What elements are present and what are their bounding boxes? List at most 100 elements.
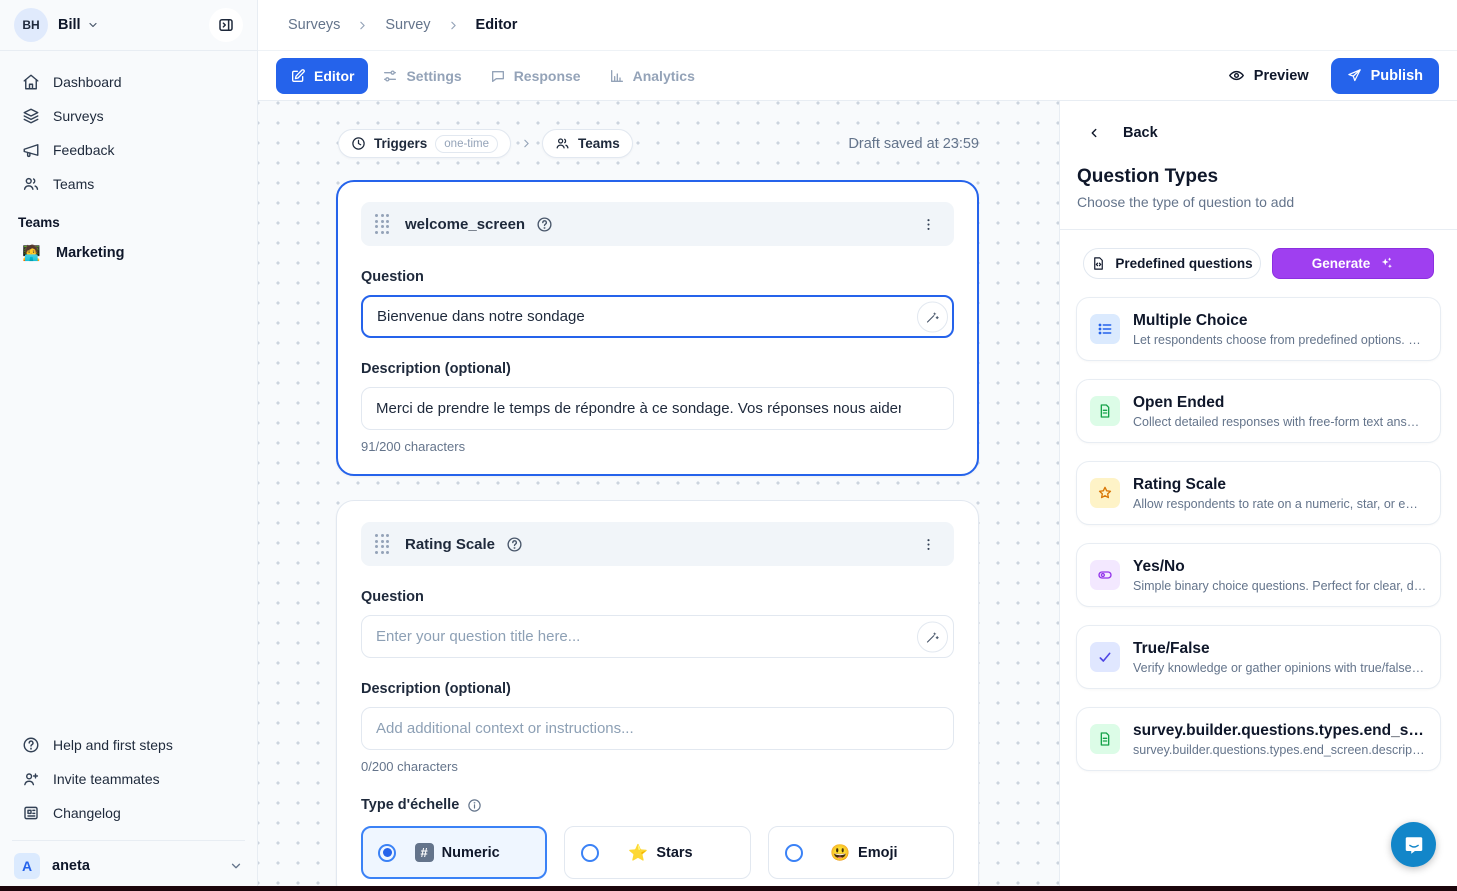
kebab-menu-icon[interactable] (917, 213, 940, 236)
question-type-true-false[interactable]: True/False Verify knowledge or gather op… (1076, 625, 1441, 689)
help-circle-icon[interactable] (506, 536, 523, 553)
breadcrumb: Surveys Survey Editor (258, 0, 1457, 51)
chevron-right-icon (447, 19, 460, 32)
help-circle-icon (22, 736, 40, 754)
document-icon (1090, 724, 1120, 754)
user-plus-icon (22, 770, 40, 788)
panel-title: Question Types (1076, 166, 1441, 188)
question-card-header[interactable]: Rating Scale (361, 522, 954, 566)
layers-icon (22, 107, 40, 125)
sidebar-item-feedback[interactable]: Feedback (12, 133, 245, 167)
megaphone-icon (22, 141, 40, 159)
users-icon (555, 136, 570, 151)
drag-handle-icon[interactable] (375, 214, 389, 234)
drag-handle-icon[interactable] (375, 534, 389, 554)
teams-chip[interactable]: Teams (542, 129, 633, 158)
sidebar-item-invite[interactable]: Invite teammates (12, 762, 245, 796)
question-type-yes-no[interactable]: Yes/No Simple binary choice questions. P… (1076, 543, 1441, 607)
publish-button[interactable]: Publish (1331, 58, 1439, 94)
editor-toolbar: Editor Settings Response Analytics Previ… (258, 51, 1457, 101)
tab-response[interactable]: Response (476, 58, 595, 94)
description-label: Description (optional) (361, 681, 954, 697)
question-type-multiple-choice[interactable]: Multiple Choice Let respondents choose f… (1076, 297, 1441, 361)
ai-wand-button[interactable] (917, 301, 948, 332)
sidebar-collapse-button[interactable] (209, 8, 243, 42)
chat-bubble-icon (490, 68, 506, 84)
description-label: Description (optional) (361, 361, 954, 377)
bar-chart-icon (609, 68, 625, 84)
help-circle-icon[interactable] (536, 216, 553, 233)
check-icon (1090, 642, 1120, 672)
preview-label: Preview (1254, 68, 1309, 84)
generate-button[interactable]: Generate (1272, 248, 1434, 279)
sidebar-item-surveys[interactable]: Surveys (12, 99, 245, 133)
tab-label: Editor (314, 68, 354, 84)
question-label: Question (361, 269, 954, 285)
question-title-input[interactable] (361, 615, 954, 658)
org-switcher[interactable]: A aneta (0, 841, 257, 891)
kebab-menu-icon[interactable] (917, 533, 940, 556)
window-bottom-edge (0, 886, 1457, 891)
question-type-open-ended[interactable]: Open Ended Collect detailed responses wi… (1076, 379, 1441, 443)
sidebar-item-help[interactable]: Help and first steps (12, 728, 245, 762)
char-count: 0/200 characters (361, 759, 954, 774)
question-type-desc: Collect detailed responses with free-for… (1133, 415, 1427, 429)
question-type-end-screen[interactable]: survey.builder.questions.types.end_scr..… (1076, 707, 1441, 771)
radio-unselected[interactable] (581, 844, 599, 862)
preview-button[interactable]: Preview (1228, 67, 1309, 84)
scale-option-stars[interactable]: ⭐ Stars (564, 826, 750, 879)
scale-option-numeric[interactable]: # Numeric (361, 826, 547, 879)
teams-section-label: Teams (12, 201, 245, 236)
smiley-emoji-icon: 😃 (830, 843, 850, 863)
sidebar-item-teams[interactable]: Teams (12, 167, 245, 201)
sidebar-item-label: Changelog (53, 805, 121, 821)
chat-launcher-button[interactable] (1391, 822, 1436, 867)
sidebar-item-dashboard[interactable]: Dashboard (12, 65, 245, 99)
scale-option-emoji[interactable]: 😃 Emoji (768, 826, 954, 879)
user-name[interactable]: Bill (58, 17, 81, 33)
question-card-title: Rating Scale (405, 536, 495, 553)
tab-settings[interactable]: Settings (368, 58, 475, 94)
radio-selected[interactable] (378, 844, 396, 862)
sidebar-item-label: Feedback (53, 142, 114, 158)
question-type-desc: Simple binary choice questions. Perfect … (1133, 579, 1427, 593)
sidebar: BH Bill Dashboard Surveys F (0, 0, 258, 891)
sidebar-item-marketing[interactable]: 🧑‍💻 Marketing (12, 236, 245, 270)
sidebar-item-changelog[interactable]: Changelog (12, 796, 245, 830)
breadcrumb-survey[interactable]: Survey (385, 17, 430, 33)
question-type-rating-scale[interactable]: Rating Scale Allow respondents to rate o… (1076, 461, 1441, 525)
tab-analytics[interactable]: Analytics (595, 58, 709, 94)
question-type-title: Rating Scale (1133, 476, 1427, 494)
toggle-icon (1090, 560, 1120, 590)
newspaper-icon (22, 804, 40, 822)
question-description-input[interactable] (361, 387, 954, 430)
home-icon (22, 73, 40, 91)
question-description-input[interactable] (361, 707, 954, 750)
question-title-input[interactable] (361, 295, 954, 338)
ai-wand-button[interactable] (917, 621, 948, 652)
magic-wand-icon (925, 629, 940, 644)
triggers-chip[interactable]: Triggers one-time (338, 129, 511, 158)
survey-canvas: Triggers one-time Teams Draft saved at 2… (258, 101, 1059, 891)
org-name: aneta (52, 858, 90, 874)
question-type-title: Multiple Choice (1133, 312, 1427, 330)
technologist-emoji-icon: 🧑‍💻 (22, 244, 40, 262)
tab-editor[interactable]: Editor (276, 58, 368, 94)
tab-label: Response (514, 68, 581, 84)
avatar[interactable]: BH (14, 8, 48, 42)
question-card-rating-scale[interactable]: Rating Scale Question Description (optio… (336, 500, 979, 891)
back-button[interactable]: Back (1076, 125, 1441, 141)
breadcrumb-surveys[interactable]: Surveys (288, 17, 340, 33)
trigger-type-badge: one-time (435, 135, 498, 153)
triggers-label: Triggers (374, 136, 427, 151)
info-icon[interactable] (467, 798, 482, 813)
publish-label: Publish (1371, 68, 1423, 84)
send-icon (1347, 68, 1362, 83)
question-card-header[interactable]: welcome_screen (361, 202, 954, 246)
predefined-questions-button[interactable]: Predefined questions (1083, 248, 1261, 279)
question-card-welcome-screen[interactable]: welcome_screen Question Description (opt… (336, 180, 979, 476)
chevron-down-icon (229, 859, 243, 873)
sliders-icon (382, 68, 398, 84)
radio-unselected[interactable] (785, 844, 803, 862)
clock-icon (351, 136, 366, 151)
